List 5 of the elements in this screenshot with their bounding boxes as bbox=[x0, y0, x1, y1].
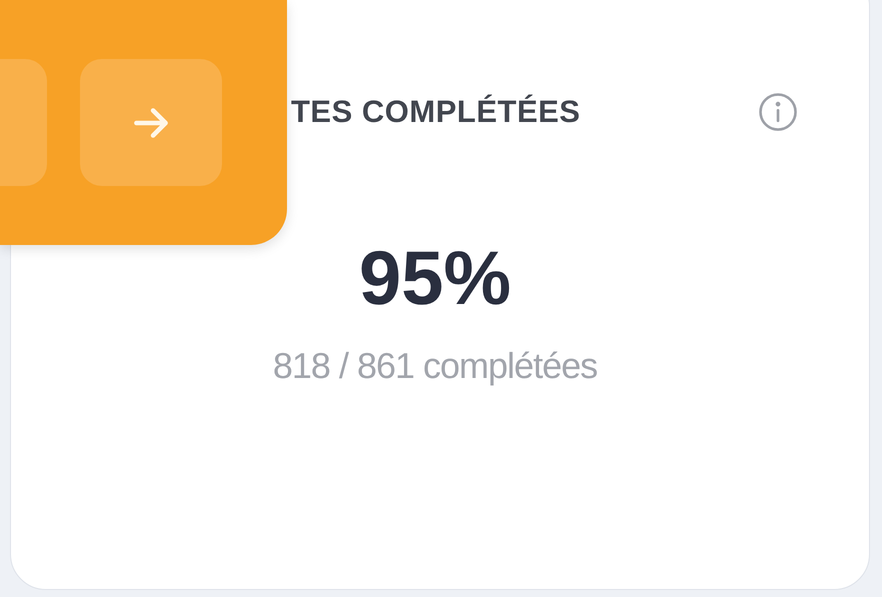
stat-subtitle: 818 / 861 complétées bbox=[272, 344, 598, 388]
next-button[interactable] bbox=[80, 59, 222, 186]
card-title: TES COMPLÉTÉES bbox=[291, 93, 580, 131]
info-icon bbox=[757, 91, 799, 134]
stat-value: 95% bbox=[358, 240, 512, 316]
